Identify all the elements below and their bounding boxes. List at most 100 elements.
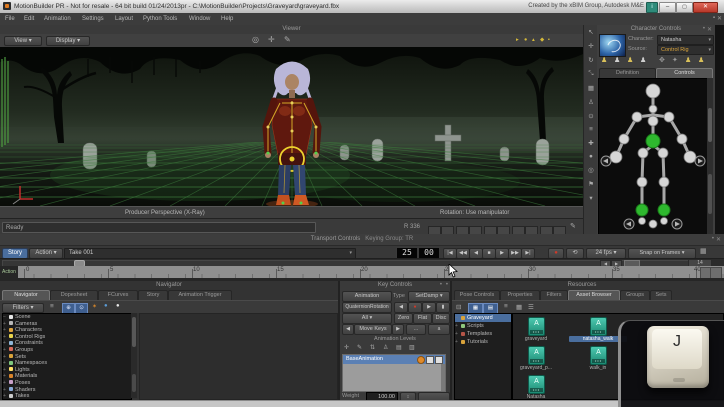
select-tool-icon[interactable]: ↖: [584, 28, 598, 36]
pane-dot-icon[interactable]: •: [712, 236, 714, 242]
keyframe-dot-icon[interactable]: ●: [524, 37, 527, 43]
figure-tool-icon[interactable]: ♙: [584, 98, 598, 106]
pen-icon[interactable]: ✎: [570, 222, 576, 230]
pivot-tool-icon[interactable]: ⊙: [584, 112, 598, 120]
tab-fcurves[interactable]: FCurves: [98, 290, 138, 300]
pen-tool-icon[interactable]: ✎: [284, 35, 291, 44]
move-keys-left-button[interactable]: ◀: [342, 324, 354, 335]
folder-tutorials[interactable]: +Tutorials: [455, 338, 511, 346]
level-lock-icon[interactable]: [435, 356, 443, 364]
timeline-options-icon[interactable]: ▦: [700, 247, 707, 255]
list-tool-icon[interactable]: ≡: [584, 126, 598, 133]
filter-amber-icon[interactable]: ✶: [92, 303, 97, 310]
fbx-file-icon[interactable]: A•••: [528, 346, 545, 365]
source-dropdown[interactable]: Control Rig ▾: [657, 45, 714, 55]
go-to-start-button[interactable]: |◀: [443, 248, 457, 259]
layer-b-icon[interactable]: ▥: [409, 344, 415, 351]
key-add-button[interactable]: a: [428, 324, 450, 335]
keyframe-up-icon[interactable]: ▴: [532, 37, 535, 43]
scene-tree[interactable]: −Scene +Cameras +Characters +Control Rig…: [2, 313, 132, 400]
character-rep-icon[interactable]: ♟: [614, 56, 620, 64]
record-button[interactable]: ●: [548, 248, 564, 259]
prev-key-button[interactable]: ◀: [394, 302, 408, 313]
character-rep-icon[interactable]: ✥: [659, 56, 665, 64]
pane-pin-icon[interactable]: ▪: [713, 15, 715, 21]
tree-item-poses[interactable]: +Poses: [3, 380, 131, 387]
layer-a-icon[interactable]: ▤: [396, 344, 402, 351]
folder-templates[interactable]: +Templates: [455, 330, 511, 338]
flag-tool-icon[interactable]: ⚑: [584, 180, 598, 188]
zoom-out-browser-icon[interactable]: ⊙: [75, 303, 88, 314]
tab-dopesheet[interactable]: Dopesheet: [50, 290, 98, 300]
display-button[interactable]: Display ▾: [46, 36, 90, 46]
tab-definition[interactable]: Definition: [599, 68, 656, 78]
grid-tool-icon[interactable]: ▦: [584, 84, 598, 92]
fbx-file-icon[interactable]: A•••: [528, 317, 545, 336]
next-key-button[interactable]: ▶: [422, 302, 436, 313]
zero-button[interactable]: Zero: [394, 313, 413, 324]
character-level-icon[interactable]: ♙: [383, 344, 388, 351]
tree-item-takes[interactable]: +Takes: [3, 393, 131, 400]
large-thumb-view-button[interactable]: ▤: [483, 303, 498, 314]
tab-controls[interactable]: Controls: [656, 68, 713, 78]
zoom-in-browser-icon[interactable]: ⊕: [62, 303, 75, 314]
menu-edit[interactable]: Edit: [24, 15, 34, 23]
keyframe-marker-icon[interactable]: ▸: [516, 37, 519, 43]
character-thumbnail[interactable]: [599, 34, 626, 57]
animation-levels-list[interactable]: BaseAnimation: [342, 354, 446, 392]
tree-item-materials[interactable]: +Materials: [3, 373, 131, 380]
character-rep-icon[interactable]: ✦: [672, 56, 678, 64]
stop-button[interactable]: ■: [482, 248, 496, 259]
tab-groups[interactable]: Groups: [620, 290, 650, 300]
character-rep-icon[interactable]: ♟: [627, 56, 633, 64]
rotate-tool-icon[interactable]: ↻: [584, 56, 598, 64]
list-medium-icon[interactable]: ▦: [516, 303, 522, 311]
tree-item-shaders[interactable]: +Shaders: [3, 387, 131, 394]
tab-filters[interactable]: Filters: [540, 290, 568, 300]
list-detail-icon[interactable]: ☰: [528, 303, 534, 311]
bottom-scroll-strip[interactable]: [0, 400, 724, 407]
tab-asset-browser[interactable]: Asset Browser: [568, 290, 620, 300]
fbx-file-icon[interactable]: A•••: [590, 317, 607, 336]
fbx-file-icon[interactable]: A•••: [528, 375, 545, 394]
fps-dropdown[interactable]: 24 fps ▾: [586, 248, 626, 259]
tree-item-groups[interactable]: +Groups: [3, 347, 131, 354]
menu-help[interactable]: Help: [221, 15, 233, 23]
character-rep-icon[interactable]: ♟: [698, 56, 704, 64]
folder-scripts[interactable]: +Scripts: [455, 322, 511, 330]
action-dropdown[interactable]: Action ▾: [29, 248, 63, 259]
keyframe-square-icon[interactable]: ▪: [548, 37, 550, 43]
tree-scrollbar[interactable]: [131, 313, 137, 398]
translate-tool-icon[interactable]: ✛: [584, 42, 598, 50]
character-rig-view[interactable]: [598, 78, 708, 236]
disc-button[interactable]: Disc: [432, 313, 450, 324]
pane-close-icon[interactable]: ✕: [717, 15, 722, 22]
take-dropdown[interactable]: Take 001 ▾: [64, 248, 356, 259]
key-options-button[interactable]: …: [406, 324, 426, 335]
step-forward-button[interactable]: ▶▶: [508, 248, 522, 259]
edit-level-icon[interactable]: ✎: [357, 344, 362, 351]
menu-settings[interactable]: Settings: [82, 15, 104, 23]
rig-view-scrollbar[interactable]: [707, 78, 713, 234]
list-view-icon[interactable]: ≡: [50, 303, 54, 310]
tab-properties[interactable]: Properties: [500, 290, 540, 300]
help-icon[interactable]: i: [646, 2, 658, 13]
file-label[interactable]: graveyard_p...: [513, 365, 559, 371]
key-type-dropdown[interactable]: SetDamp ▾: [408, 291, 450, 302]
snap-dropdown[interactable]: Snap on Frames ▾: [628, 248, 696, 259]
level-row-selected[interactable]: BaseAnimation: [343, 355, 445, 364]
loop-mode-button[interactable]: ⟲: [566, 248, 584, 259]
dot-tool-icon[interactable]: ●: [584, 153, 598, 160]
close-button[interactable]: ✕: [693, 2, 718, 13]
more-tool-icon[interactable]: ▾: [584, 194, 598, 202]
translate-gizmo-icon[interactable]: ✛: [268, 35, 275, 44]
delete-key-button[interactable]: ▮: [436, 302, 450, 313]
add-tool-icon[interactable]: ✚: [584, 139, 598, 147]
minimize-button[interactable]: –: [659, 2, 676, 13]
filter-white-icon[interactable]: ●: [116, 303, 120, 309]
tab-pose-controls[interactable]: Pose Controls: [454, 290, 500, 300]
tree-item-lights[interactable]: +Lights: [3, 367, 131, 374]
maximize-button[interactable]: ▢: [676, 2, 693, 13]
tree-item-sets[interactable]: +Sets: [3, 354, 131, 361]
asset-folder-tree[interactable]: −Graveyard +Scripts +Templates +Tutorial…: [454, 313, 512, 400]
